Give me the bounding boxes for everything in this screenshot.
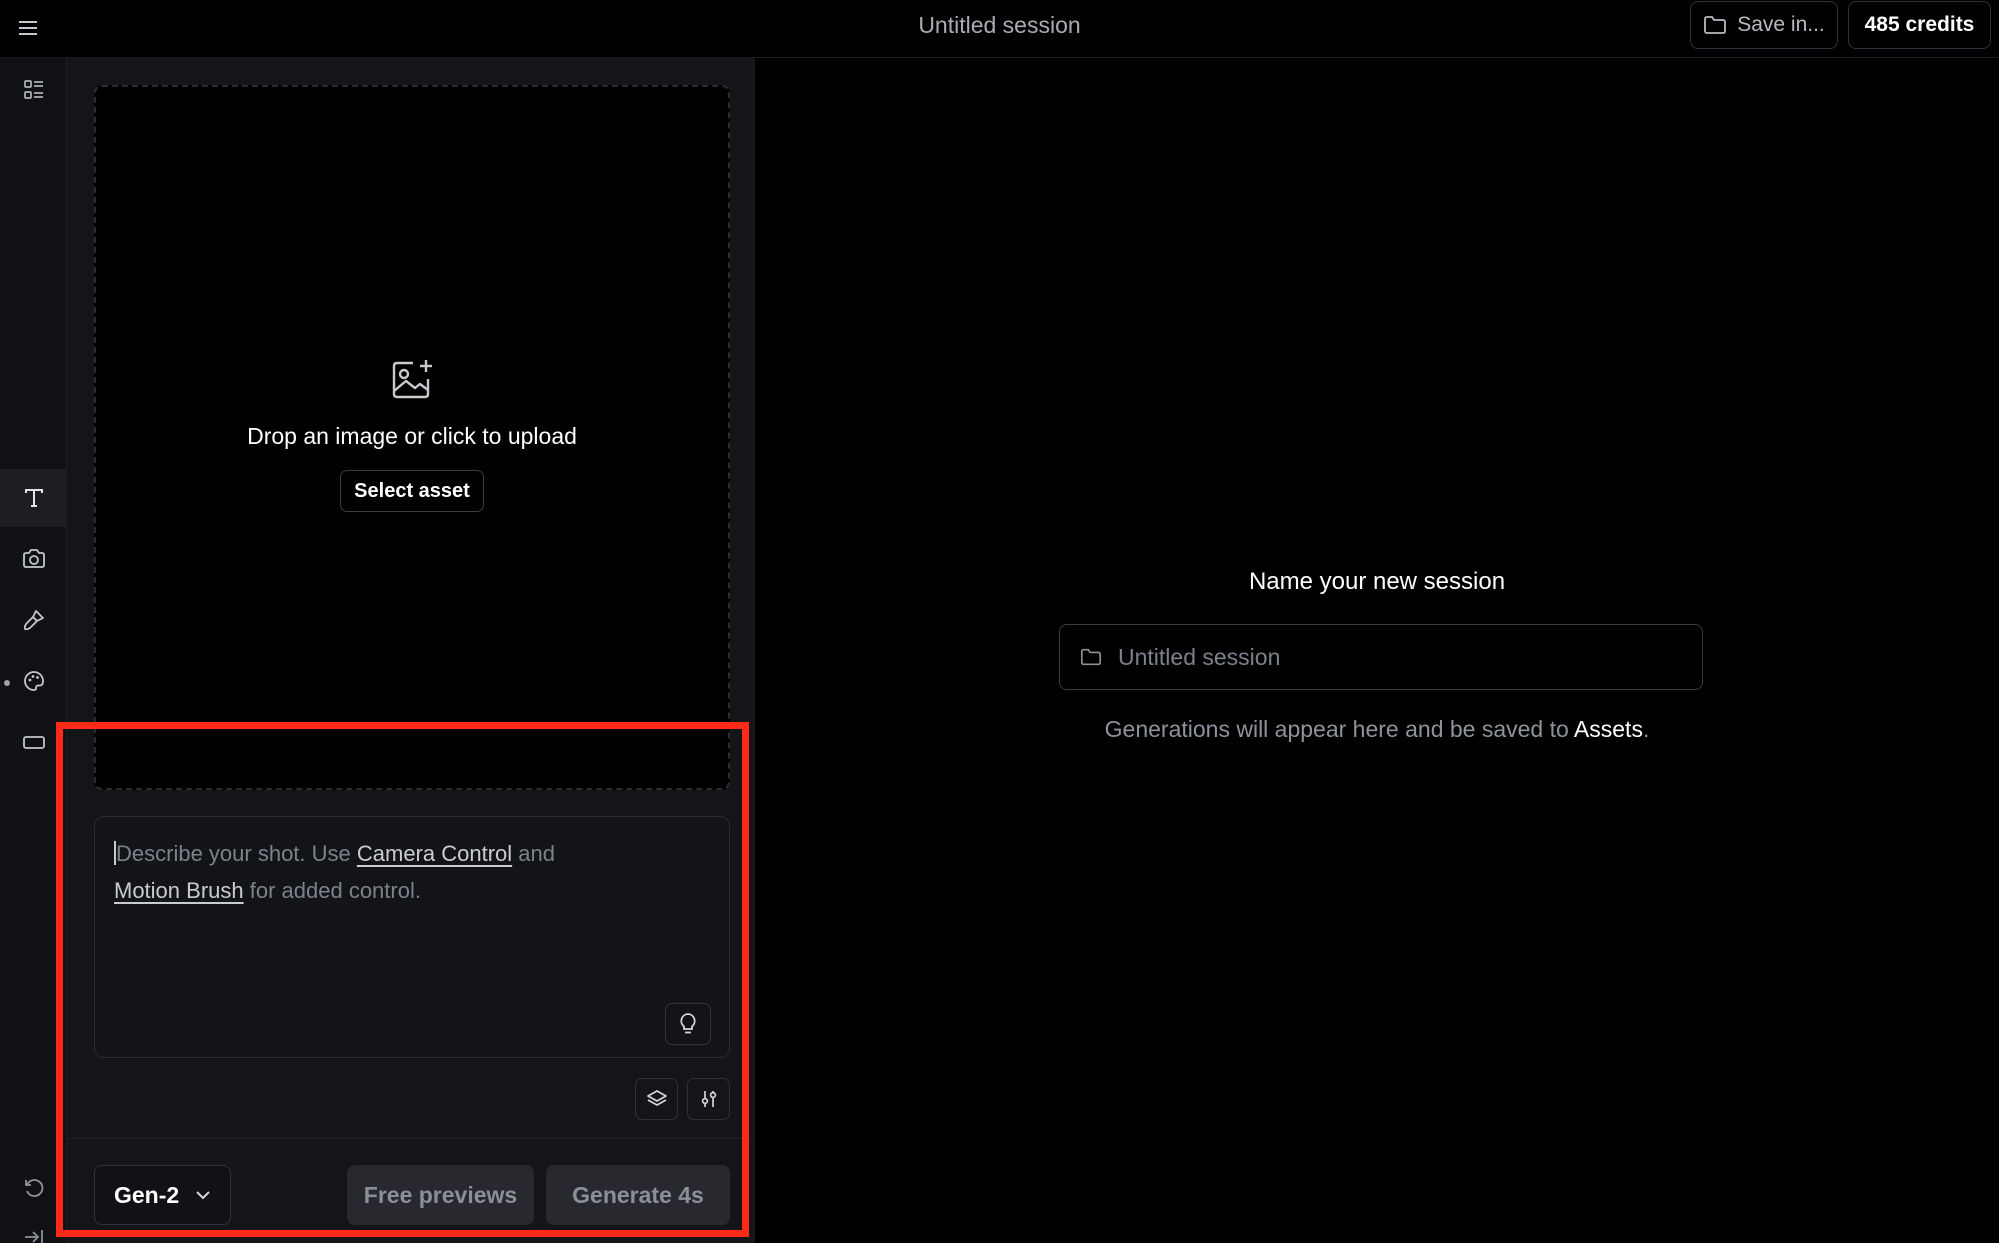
layers-button[interactable] — [635, 1078, 678, 1120]
top-bar: Untitled session Save in... 485 credits — [0, 0, 1999, 58]
motion-brush-link[interactable]: Motion Brush — [114, 878, 244, 903]
prompt-placeholder: Describe your shot. Use Camera Control a… — [114, 835, 674, 909]
camera-icon — [21, 547, 47, 571]
free-previews-button[interactable]: Free previews — [347, 1165, 534, 1225]
prompt-ideas-button[interactable] — [665, 1003, 711, 1045]
palette-icon — [22, 669, 46, 693]
brush-icon — [22, 608, 46, 632]
arrow-to-right-icon — [22, 1225, 46, 1243]
rail-item-collapse[interactable] — [0, 1208, 67, 1243]
prompt-text-part1: Describe your shot. Use — [116, 841, 357, 866]
rail-item-style[interactable] — [0, 652, 67, 710]
generate-button[interactable]: Generate 4s — [546, 1165, 730, 1225]
session-name-input[interactable] — [1118, 643, 1678, 671]
undo-icon — [22, 1176, 46, 1200]
generations-note: Generations will appear here and be save… — [755, 716, 1999, 743]
model-select[interactable]: Gen-2 — [94, 1165, 231, 1225]
hamburger-menu-icon[interactable] — [12, 12, 44, 44]
session-name-field[interactable] — [1059, 624, 1703, 690]
rail-item-motion-brush[interactable] — [0, 591, 67, 649]
assets-link[interactable]: Assets — [1574, 716, 1643, 742]
panel-divider — [67, 1138, 755, 1139]
note-prefix: Generations will appear here and be save… — [1104, 716, 1574, 742]
text-t-icon — [22, 486, 46, 510]
dropzone-content: Drop an image or click to upload Select … — [96, 357, 728, 512]
main-area: Name your new session Generations will a… — [755, 58, 1999, 1243]
prompt-text-part2: and — [512, 841, 555, 866]
chevron-down-icon — [195, 1190, 211, 1200]
image-dropzone[interactable]: Drop an image or click to upload Select … — [94, 85, 730, 790]
prompt-text-part3: for added control. — [243, 878, 421, 903]
rail-item-camera-control[interactable] — [0, 530, 67, 588]
layers-icon — [646, 1088, 668, 1110]
tools-panel: Drop an image or click to upload Select … — [67, 58, 755, 1243]
rail-item-text[interactable] — [0, 469, 67, 527]
note-suffix: . — [1642, 716, 1650, 742]
settings-sliders-button[interactable] — [687, 1078, 730, 1120]
folder-icon — [1703, 15, 1727, 35]
rail-item-assets[interactable] — [0, 61, 67, 119]
select-asset-button[interactable]: Select asset — [340, 470, 484, 512]
rectangle-icon — [21, 732, 47, 752]
folder-icon — [1080, 647, 1102, 667]
save-in-label: Save in... — [1737, 13, 1825, 36]
list-grid-icon — [22, 78, 46, 102]
rail-item-aspect-ratio[interactable] — [0, 713, 67, 771]
lightbulb-icon — [678, 1012, 698, 1036]
left-tool-rail — [0, 58, 67, 1243]
dropzone-text: Drop an image or click to upload — [247, 423, 577, 449]
image-add-icon — [389, 357, 435, 403]
sliders-icon — [698, 1088, 720, 1110]
credits-button[interactable]: 485 credits — [1848, 1, 1991, 49]
prompt-textarea[interactable]: Describe your shot. Use Camera Control a… — [94, 816, 730, 1058]
model-select-value: Gen-2 — [114, 1181, 180, 1208]
camera-control-link[interactable]: Camera Control — [357, 841, 512, 866]
session-name-label: Name your new session — [1248, 568, 1506, 595]
save-in-button[interactable]: Save in... — [1690, 1, 1838, 49]
